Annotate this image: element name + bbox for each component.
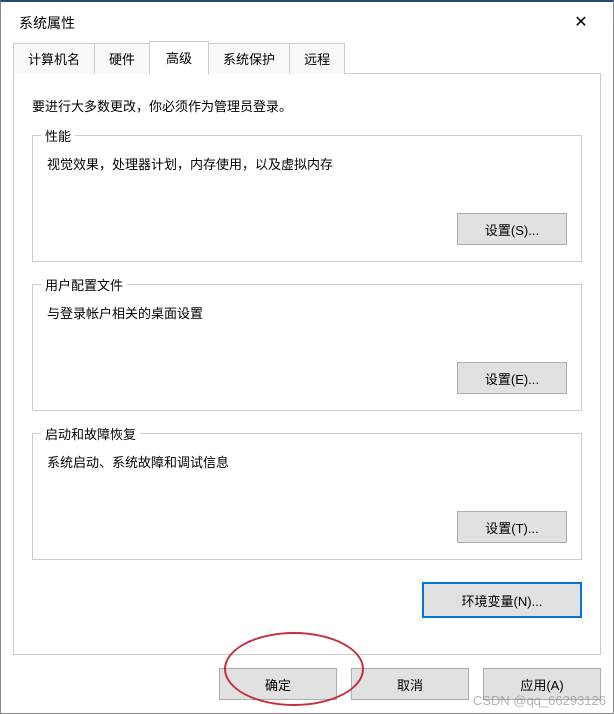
tab-hardware[interactable]: 硬件 [94,43,150,74]
user-profiles-title: 用户配置文件 [41,275,127,294]
env-button-row: 环境变量(N)... [32,582,582,618]
user-profiles-settings-button[interactable]: 设置(E)... [457,362,567,394]
cancel-button[interactable]: 取消 [351,668,469,700]
close-button[interactable]: ✕ [563,9,599,37]
close-icon: ✕ [574,15,587,31]
user-profiles-desc: 与登录帐户相关的桌面设置 [47,303,567,322]
dialog-body: 计算机名 硬件 高级 系统保护 远程 要进行大多数更改，你必须作为管理员登录。 … [1,44,613,655]
tab-system-protection[interactable]: 系统保护 [208,43,290,74]
system-properties-window: 系统属性 ✕ 计算机名 硬件 高级 系统保护 远程 要进行大多数更改，你必须作为… [0,0,614,714]
window-title: 系统属性 [19,13,563,33]
user-profiles-button-row: 设置(E)... [47,362,567,394]
admin-instruction: 要进行大多数更改，你必须作为管理员登录。 [32,96,582,115]
performance-settings-button[interactable]: 设置(S)... [457,213,567,245]
startup-recovery-settings-button[interactable]: 设置(T)... [457,511,567,543]
performance-group: 性能 视觉效果，处理器计划，内存使用，以及虚拟内存 设置(S)... [32,135,582,262]
tab-advanced[interactable]: 高级 [149,41,209,75]
tab-strip: 计算机名 硬件 高级 系统保护 远程 [13,44,601,74]
dialog-footer: 确定 取消 应用(A) [1,655,613,713]
apply-button[interactable]: 应用(A) [483,668,601,700]
ok-button[interactable]: 确定 [219,668,337,700]
tab-remote[interactable]: 远程 [289,43,345,74]
user-profiles-group: 用户配置文件 与登录帐户相关的桌面设置 设置(E)... [32,284,582,411]
startup-recovery-button-row: 设置(T)... [47,511,567,543]
tab-computer-name[interactable]: 计算机名 [13,43,95,74]
startup-recovery-title: 启动和故障恢复 [41,424,140,443]
environment-variables-button[interactable]: 环境变量(N)... [422,582,582,618]
titlebar: 系统属性 ✕ [1,2,613,44]
performance-title: 性能 [41,126,75,145]
startup-recovery-group: 启动和故障恢复 系统启动、系统故障和调试信息 设置(T)... [32,433,582,560]
performance-button-row: 设置(S)... [47,213,567,245]
advanced-panel: 要进行大多数更改，你必须作为管理员登录。 性能 视觉效果，处理器计划，内存使用，… [13,73,601,655]
performance-desc: 视觉效果，处理器计划，内存使用，以及虚拟内存 [47,154,567,173]
startup-recovery-desc: 系统启动、系统故障和调试信息 [47,452,567,471]
